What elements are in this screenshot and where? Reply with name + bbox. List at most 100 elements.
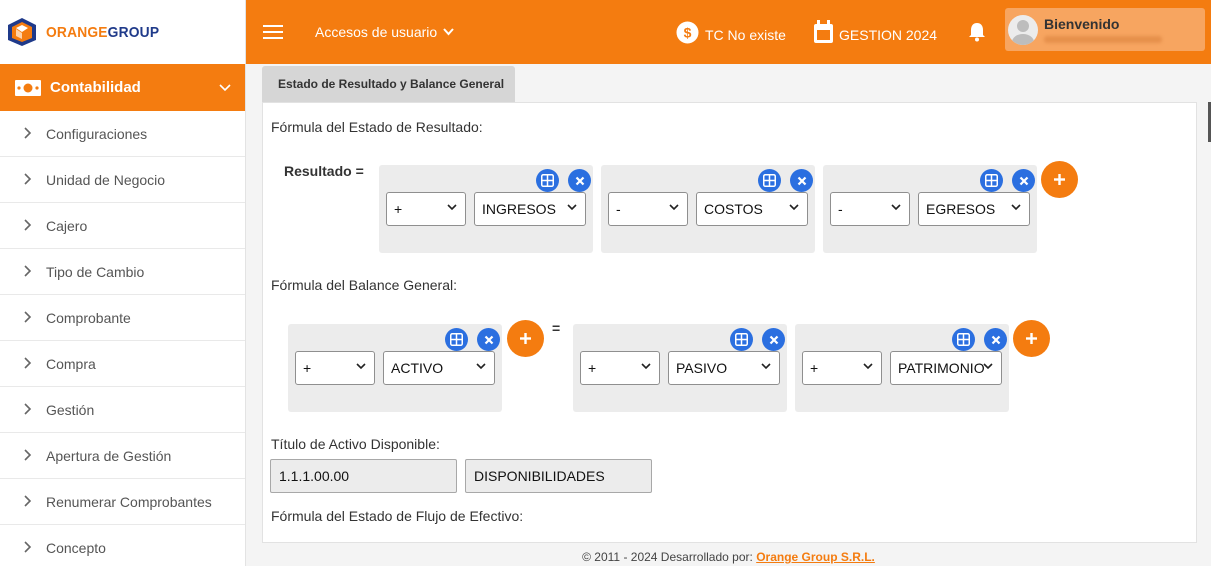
activo-name-field[interactable]: DISPONIBILIDADES — [465, 459, 652, 493]
sidebar-item-renumerar-comprobantes[interactable]: Renumerar Comprobantes — [0, 479, 245, 525]
account-select[interactable]: COSTOS — [696, 192, 808, 226]
svg-text:$: $ — [684, 24, 692, 40]
add-term-button[interactable] — [1041, 161, 1078, 198]
calendar-icon — [813, 20, 834, 44]
grid-icon[interactable] — [980, 169, 1003, 192]
redacted-username — [1044, 36, 1162, 43]
plus-icon — [1026, 333, 1037, 344]
plus-icon — [520, 333, 531, 344]
grid-icon[interactable] — [445, 328, 468, 351]
grid-icon[interactable] — [758, 169, 781, 192]
sidebar-item-label: Comprobante — [46, 309, 131, 326]
account-select[interactable]: EGRESOS — [918, 192, 1030, 226]
sidebar-item-label: Apertura de Gestión — [46, 447, 172, 464]
activo-code-field[interactable]: 1.1.1.00.00 — [270, 459, 457, 493]
chevron-down-icon — [443, 28, 454, 36]
footer: © 2011 - 2024 Desarrollado por: Orange G… — [246, 543, 1211, 566]
grid-icon[interactable] — [730, 328, 753, 351]
chevron-down-icon — [863, 363, 873, 370]
sidebar-item-comprobante[interactable]: Comprobante — [0, 295, 245, 341]
sidebar-item-label: Tipo de Cambio — [46, 263, 145, 280]
sidebar-item-cajero[interactable]: Cajero — [0, 203, 245, 249]
chevron-down-icon — [891, 204, 901, 211]
account-select[interactable]: PATRIMONIO — [890, 351, 1002, 385]
hamburger-menu-icon[interactable] — [263, 0, 283, 64]
user-greeting: Bienvenido — [1044, 16, 1120, 32]
bell-icon[interactable] — [968, 0, 986, 64]
user-access-menu[interactable]: Accesos de usuario — [315, 0, 454, 64]
formula-term-card: + PATRIMONIO — [795, 324, 1009, 412]
operator-select[interactable]: + — [295, 351, 375, 385]
sidebar-item-label: Renumerar Comprobantes — [46, 493, 212, 510]
sidebar-item-compra[interactable]: Compra — [0, 341, 245, 387]
gestion-text: GESTION 2024 — [839, 27, 938, 43]
sidebar-item-label: Configuraciones — [46, 125, 148, 142]
chevron-down-icon — [761, 363, 771, 370]
chevron-right-icon — [24, 402, 46, 418]
sidebar-item-gestion[interactable]: Gestión — [0, 387, 245, 433]
sidebar-item-configuraciones[interactable]: Configuraciones — [0, 111, 245, 157]
resultado-lhs: Resultado = — [284, 163, 364, 179]
exchange-rate-text: TC No existe — [705, 27, 786, 43]
gestion-indicator[interactable]: GESTION 2024 — [813, 0, 937, 64]
formula-term-card: + PASIVO — [573, 324, 787, 412]
user-access-label: Accesos de usuario — [315, 24, 438, 40]
formula-term-card: - EGRESOS — [823, 165, 1037, 253]
add-right-term-button[interactable] — [1013, 320, 1050, 357]
add-left-term-button[interactable] — [507, 320, 544, 357]
chevron-down-icon — [641, 363, 651, 370]
close-icon[interactable] — [477, 328, 500, 351]
logo: ORANGEGROUP — [0, 0, 245, 64]
chevron-right-icon — [24, 494, 46, 510]
sidebar-section-contabilidad[interactable]: Contabilidad — [0, 64, 245, 111]
user-menu[interactable]: Bienvenido — [1005, 8, 1205, 51]
chevron-right-icon — [24, 172, 46, 188]
chevron-right-icon — [24, 540, 46, 556]
plus-icon — [1054, 174, 1065, 185]
account-select[interactable]: INGRESOS — [474, 192, 586, 226]
operator-select[interactable]: - — [830, 192, 910, 226]
grid-icon[interactable] — [952, 328, 975, 351]
formula-term-card: + INGRESOS — [379, 165, 593, 253]
resultado-title: Fórmula del Estado de Resultado: — [271, 119, 483, 135]
sidebar-section-label: Contabilidad — [50, 79, 141, 96]
close-icon[interactable] — [984, 328, 1007, 351]
grid-icon[interactable] — [536, 169, 559, 192]
equals-sign: = — [552, 320, 561, 336]
sidebar-item-concepto[interactable]: Concepto — [0, 525, 245, 566]
sidebar-item-apertura-de-gestion[interactable]: Apertura de Gestión — [0, 433, 245, 479]
chevron-right-icon — [24, 310, 46, 326]
brand-name: ORANGEGROUP — [46, 23, 160, 41]
operator-select[interactable]: + — [580, 351, 660, 385]
activo-disponible-title: Título de Activo Disponible: — [271, 436, 440, 452]
chevron-right-icon — [24, 356, 46, 372]
operator-select[interactable]: + — [802, 351, 882, 385]
sidebar-item-label: Gestión — [46, 401, 95, 418]
account-select[interactable]: ACTIVO — [383, 351, 495, 385]
operator-select[interactable]: + — [386, 192, 466, 226]
close-icon[interactable] — [790, 169, 813, 192]
sidebar-item-label: Unidad de Negocio — [46, 171, 166, 188]
sidebar-item-tipo-de-cambio[interactable]: Tipo de Cambio — [0, 249, 245, 295]
chevron-down-icon — [447, 204, 457, 211]
flujo-title: Fórmula del Estado de Flujo de Efectivo: — [271, 508, 524, 524]
chevron-down-icon — [219, 79, 231, 96]
operator-select[interactable]: - — [608, 192, 688, 226]
orange-group-logo-icon — [6, 16, 38, 48]
chevron-down-icon — [476, 363, 486, 370]
exchange-rate-indicator[interactable]: $ TC No existe — [676, 0, 786, 64]
chevron-right-icon — [24, 448, 46, 464]
close-icon[interactable] — [1012, 169, 1035, 192]
sidebar-item-unidad-de-negocio[interactable]: Unidad de Negocio — [0, 157, 245, 203]
sidebar: ORANGEGROUP Contabilidad Configuraciones… — [0, 0, 246, 566]
tab-estado-resultado-balance[interactable]: Estado de Resultado y Balance General — [262, 66, 515, 102]
account-select[interactable]: PASIVO — [668, 351, 780, 385]
money-icon — [14, 78, 42, 98]
close-icon[interactable] — [762, 328, 785, 351]
footer-link[interactable]: Orange Group S.R.L. — [756, 550, 875, 564]
formula-term-card: + ACTIVO — [288, 324, 502, 412]
chevron-down-icon — [669, 204, 679, 211]
chevron-down-icon — [567, 204, 577, 211]
close-icon[interactable] — [568, 169, 591, 192]
tab-label: Estado de Resultado y Balance General — [278, 77, 505, 91]
